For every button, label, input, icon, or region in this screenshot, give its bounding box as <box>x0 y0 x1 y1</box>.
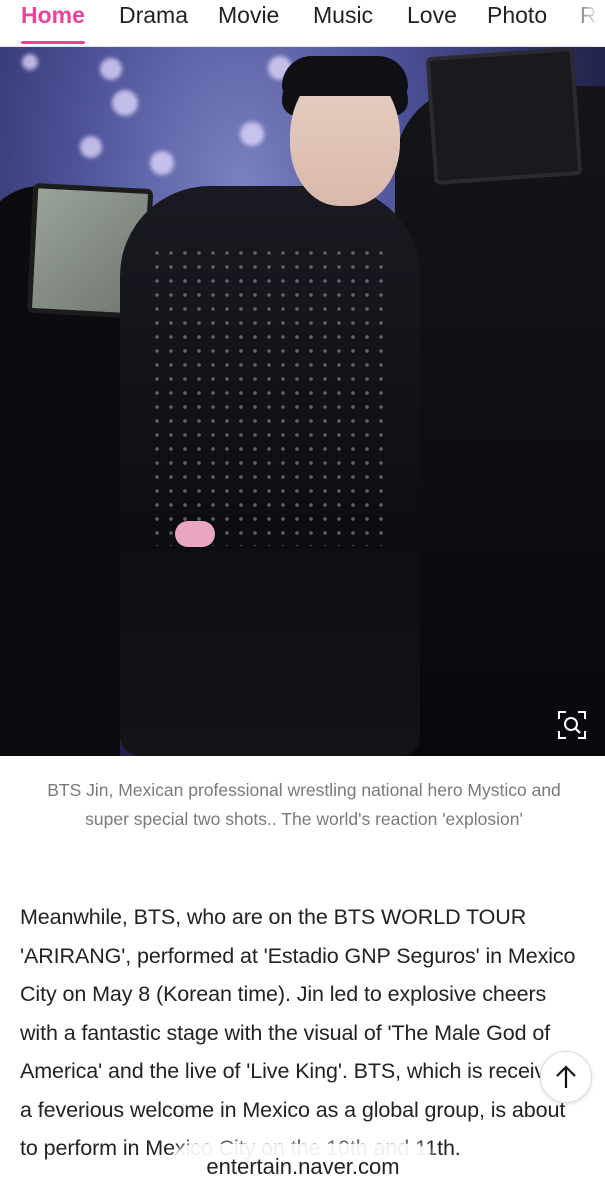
nav-item-label: Movie <box>218 2 280 28</box>
bokeh-light <box>22 54 38 70</box>
nav-item-drama[interactable]: Drama <box>119 0 188 44</box>
arrow-up-icon <box>556 1065 576 1088</box>
bokeh-light <box>100 58 122 80</box>
nav-item-movie[interactable]: Movie <box>218 0 279 44</box>
article-photo[interactable] <box>0 46 605 756</box>
nav-item-music[interactable]: Music <box>313 0 373 44</box>
active-tab-indicator <box>21 41 85 44</box>
nav-item-label: Home <box>21 2 85 28</box>
bokeh-light <box>80 136 102 158</box>
jacket-studs <box>150 246 390 546</box>
microphone <box>175 521 215 547</box>
nav-item-label: Photo <box>487 2 548 28</box>
article-body: Meanwhile, BTS, who are on the BTS WORLD… <box>20 898 585 1168</box>
zoom-magnifier-icon[interactable] <box>557 710 587 740</box>
performer-right <box>395 86 605 756</box>
scroll-to-top-button[interactable] <box>540 1051 592 1103</box>
photo-caption: BTS Jin, Mexican professional wrestling … <box>47 780 561 829</box>
bokeh-light <box>112 90 138 116</box>
tablet-prop-right <box>425 46 583 186</box>
domain-indicator[interactable]: entertain.naver.com <box>172 1144 434 1190</box>
bokeh-light <box>240 122 264 146</box>
nav-item-home[interactable]: Home <box>21 0 85 44</box>
nav-item-label: Music <box>313 2 374 28</box>
nav-item-love[interactable]: Love <box>407 0 457 44</box>
nav-item-label: Drama <box>119 2 189 28</box>
bokeh-light <box>150 151 174 175</box>
category-nav: Home Drama Movie Music Love Photo Ra <box>0 0 605 47</box>
nav-scroll-fade <box>565 0 605 44</box>
performer-center-fringe <box>282 56 408 96</box>
article-paragraph: Meanwhile, BTS, who are on the BTS WORLD… <box>20 905 576 1160</box>
nav-item-photo[interactable]: Photo <box>487 0 547 44</box>
nav-item-label: Love <box>407 2 457 28</box>
